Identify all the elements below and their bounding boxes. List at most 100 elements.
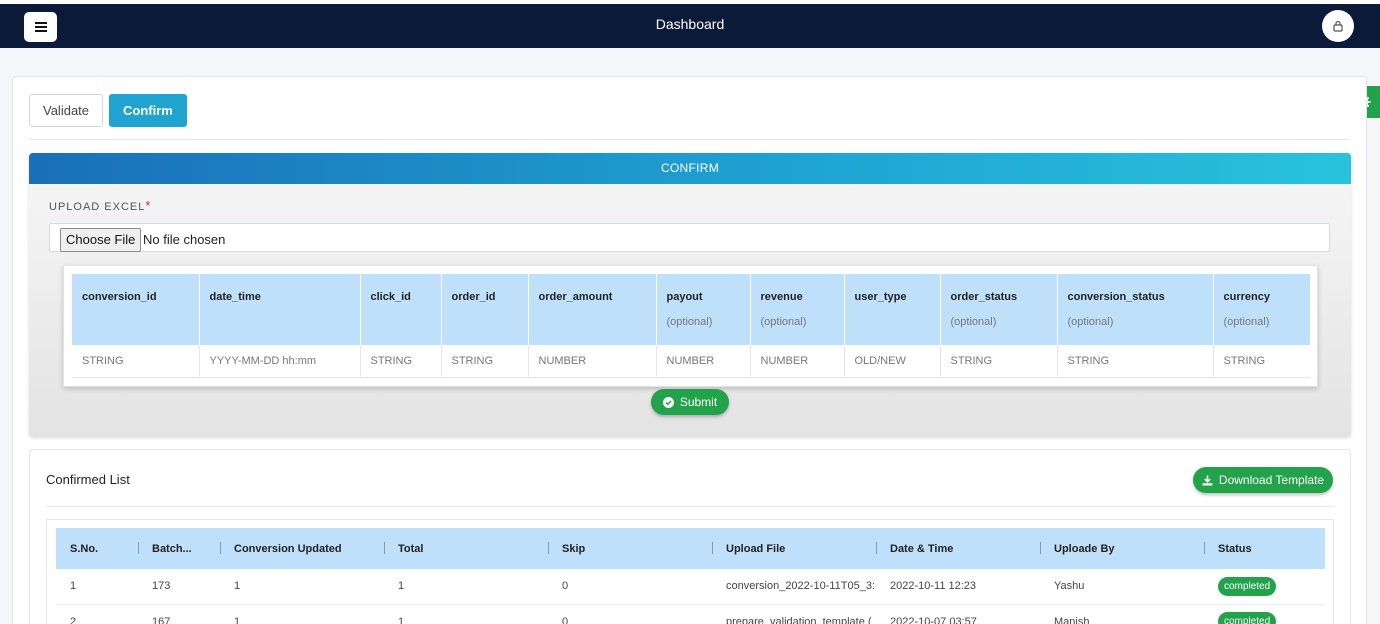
submit-label: Submit [679, 395, 718, 409]
submit-button[interactable]: Submit [651, 389, 729, 415]
cell-upload-file: prepare_validation_template ( [712, 604, 876, 624]
format-header-conversion-status: conversion_status (optional) [1056, 274, 1213, 345]
cell-conversion-updated: 1 [220, 569, 384, 605]
column-name: user_type [854, 291, 907, 303]
header-batch[interactable]: Batch... [138, 528, 220, 569]
column-name: conversion_status [1067, 291, 1165, 303]
status-badge: completed [1218, 612, 1277, 624]
download-template-button[interactable]: Download Template [1193, 467, 1333, 493]
confirmed-list-card: Confirmed List Download Template S.No. B… [29, 449, 1351, 624]
optional-note: (optional) [1067, 316, 1114, 328]
upload-excel-label: UPLOAD EXCEL* [49, 198, 151, 213]
lock-icon [1333, 20, 1343, 32]
format-header-currency: currency (optional) [1212, 274, 1310, 345]
page-title: Dashboard [655, 16, 725, 32]
download-template-label: Download Template [1218, 473, 1325, 487]
format-type-cell: STRING [440, 345, 528, 378]
cell-sno: 1 [56, 569, 138, 605]
cell-uploaded-by: Manish [1040, 604, 1204, 624]
upload-excel-label-text: UPLOAD EXCEL [49, 201, 146, 213]
file-input[interactable]: Choose File No file chosen [49, 223, 1330, 252]
format-type-cell: NUMBER [527, 345, 656, 378]
tab-validate[interactable]: Validate [29, 94, 104, 127]
column-name: date_time [209, 291, 261, 303]
format-type-cell: STRING [1056, 345, 1213, 378]
optional-note: (optional) [760, 316, 807, 328]
table-row[interactable]: 1 173 1 1 0 conversion_2022-10-11T05_3: … [56, 569, 1325, 605]
format-type-cell: STRING [72, 345, 199, 378]
cell-upload-file: conversion_2022-10-11T05_3: [712, 569, 876, 605]
format-type-cell: YYYY-MM-DD hh:mm [198, 345, 360, 378]
top-navbar: Dashboard [0, 0, 1380, 48]
cell-date-time: 2022-10-11 12:23 [876, 569, 1040, 605]
cell-uploaded-by: Yashu [1040, 569, 1204, 605]
format-type-row: STRING YYYY-MM-DD hh:mm STRING STRING NU… [72, 345, 1310, 378]
format-table: conversion_id date_time click_id order_i… [72, 274, 1310, 378]
header-upload-file[interactable]: Upload File [712, 528, 876, 569]
format-template-box: conversion_id date_time click_id order_i… [63, 265, 1318, 387]
divider [29, 139, 1350, 140]
format-header-payout: payout (optional) [655, 274, 750, 345]
format-header-row: conversion_id date_time click_id order_i… [72, 274, 1310, 345]
format-header-date-time: date_time [198, 274, 360, 345]
header-total[interactable]: Total [384, 528, 548, 569]
cell-batch: 173 [138, 569, 220, 605]
header-sno[interactable]: S.No. [56, 528, 138, 569]
confirmed-table: S.No. Batch... Conversion Updated Total … [56, 528, 1325, 624]
table-row[interactable]: 2 167 1 1 0 prepare_validation_template … [56, 604, 1325, 624]
format-type-cell: NUMBER [655, 345, 750, 378]
choose-file-button[interactable]: Choose File [60, 228, 142, 252]
tab-confirm[interactable]: Confirm [109, 94, 187, 127]
header-date-time[interactable]: Date & Time [876, 528, 1040, 569]
confirm-panel: CONFIRM UPLOAD EXCEL* Choose File No fil… [29, 153, 1351, 437]
confirmed-table-wrapper[interactable]: S.No. Batch... Conversion Updated Total … [46, 519, 1334, 624]
format-header-user-type: user_type [843, 274, 940, 345]
format-type-cell: STRING [1212, 345, 1310, 378]
optional-note: (optional) [666, 316, 713, 328]
column-name: order_id [451, 291, 496, 303]
cell-date-time: 2022-10-07 03:57 [876, 604, 1040, 624]
cell-sno: 2 [56, 604, 138, 624]
status-badge: completed [1218, 576, 1277, 596]
cell-skip: 0 [548, 604, 712, 624]
cell-batch: 167 [138, 604, 220, 624]
column-name: currency [1223, 291, 1270, 303]
format-header-order-status: order_status (optional) [939, 274, 1057, 345]
header-status[interactable]: Status [1204, 528, 1325, 569]
divider [46, 506, 1334, 507]
header-skip[interactable]: Skip [548, 528, 712, 569]
column-name: order_amount [538, 291, 613, 303]
confirm-panel-header: CONFIRM [29, 153, 1351, 184]
format-type-cell: NUMBER [749, 345, 844, 378]
profile-button[interactable] [1322, 10, 1354, 42]
check-circle-icon [662, 396, 674, 408]
column-name: conversion_id [82, 291, 157, 303]
cell-conversion-updated: 1 [220, 604, 384, 624]
format-header-order-amount: order_amount [527, 274, 656, 345]
format-type-cell: STRING [359, 345, 441, 378]
required-mark: * [145, 198, 152, 213]
header-uploaded-by[interactable]: Uploade By [1040, 528, 1204, 569]
cell-status: completed [1204, 604, 1325, 624]
format-header-order-id: order_id [440, 274, 528, 345]
header-conversion-updated[interactable]: Conversion Updated [220, 528, 384, 569]
main-card: Validate Confirm CONFIRM UPLOAD EXCEL* C… [12, 76, 1367, 624]
column-name: payout [666, 291, 703, 303]
format-header-revenue: revenue (optional) [749, 274, 844, 345]
column-name: click_id [370, 291, 411, 303]
confirmed-list-title: Confirmed List [46, 472, 130, 487]
download-icon [1202, 475, 1213, 485]
column-name: order_status [950, 291, 1018, 303]
format-type-cell: OLD/NEW [843, 345, 940, 378]
optional-note: (optional) [1223, 316, 1270, 328]
cell-total: 1 [384, 569, 548, 605]
cell-status: completed [1204, 569, 1325, 605]
optional-note: (optional) [950, 316, 997, 328]
file-status-text: No file chosen [143, 232, 226, 247]
format-header-conversion-id: conversion_id [72, 274, 199, 345]
column-name: revenue [760, 291, 803, 303]
format-type-cell: STRING [939, 345, 1057, 378]
format-header-click-id: click_id [359, 274, 441, 345]
cell-skip: 0 [548, 569, 712, 605]
cell-total: 1 [384, 604, 548, 624]
